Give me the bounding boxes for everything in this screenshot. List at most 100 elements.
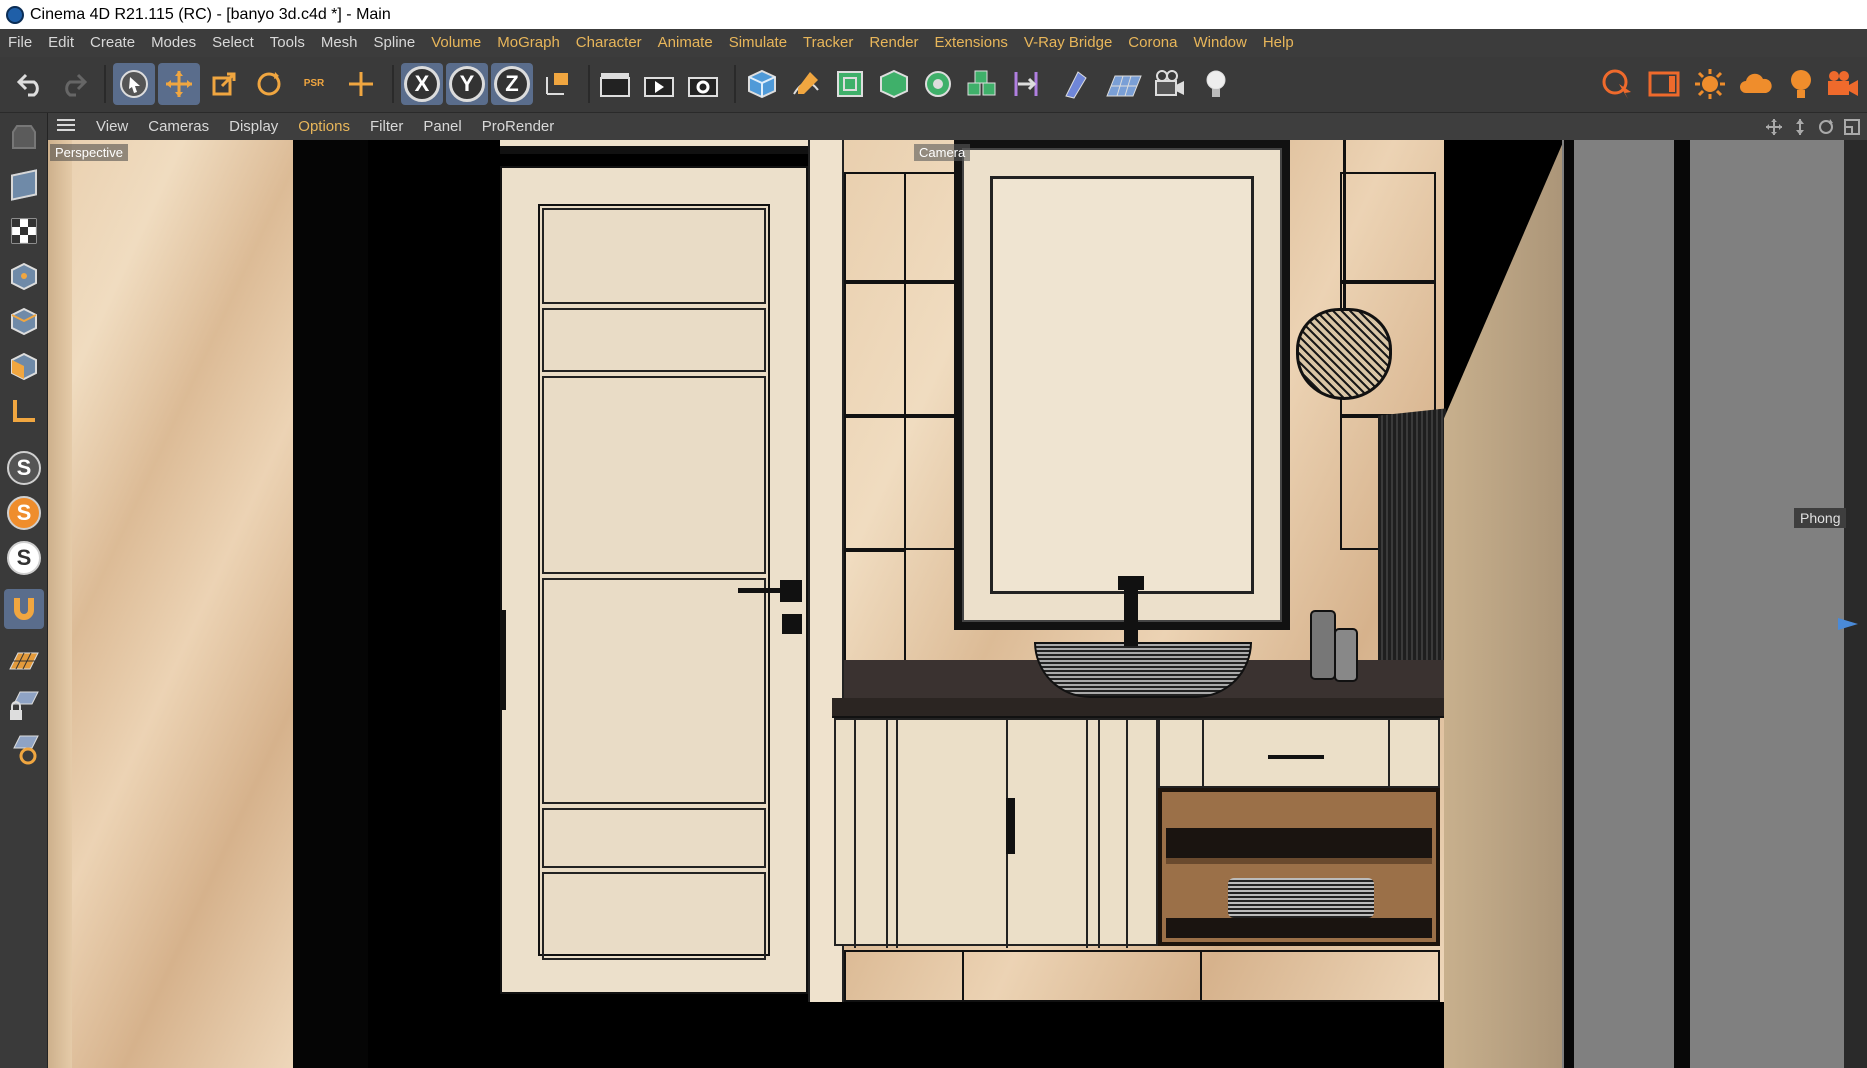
points-mode-icon — [11, 262, 37, 291]
viewport-menu-filter[interactable]: Filter — [360, 118, 413, 135]
menu-tools[interactable]: Tools — [262, 29, 313, 57]
snap-magnet-button[interactable] — [4, 589, 44, 629]
y-axis-lock-button[interactable]: Y — [446, 63, 488, 105]
cloner-icon — [925, 71, 951, 97]
menu-simulate[interactable]: Simulate — [721, 29, 795, 57]
scale-tool-button[interactable] — [203, 63, 245, 105]
menu-animate[interactable]: Animate — [650, 29, 721, 57]
wall-tile — [844, 172, 906, 282]
maximize-view-icon[interactable] — [1843, 118, 1861, 136]
snap-s-button-1[interactable]: S — [4, 448, 44, 488]
cube-object-button[interactable] — [741, 63, 783, 105]
menu-select[interactable]: Select — [204, 29, 262, 57]
menu-mograph[interactable]: MoGraph — [489, 29, 568, 57]
menu-tracker[interactable]: Tracker — [795, 29, 861, 57]
menu-window[interactable]: Window — [1185, 29, 1254, 57]
pan-view-icon[interactable] — [1765, 118, 1783, 136]
viewport-hamburger-icon[interactable] — [48, 118, 86, 136]
add-tool-button[interactable] — [340, 63, 382, 105]
corona-camera-button[interactable] — [1822, 63, 1864, 105]
render-picture-viewer-button[interactable] — [638, 63, 680, 105]
workplane-rotate-icon — [13, 735, 39, 765]
axis-gizmo-arrow — [1838, 618, 1858, 630]
texture-mode-button[interactable] — [4, 211, 44, 251]
open-shelf — [1158, 788, 1440, 946]
undo-icon — [16, 73, 39, 97]
move-tool-button[interactable] — [158, 63, 200, 105]
viewport-name-label: Perspective — [50, 144, 128, 161]
menu-modes[interactable]: Modes — [143, 29, 204, 57]
subdivision-surface-button[interactable] — [829, 63, 871, 105]
menu-edit[interactable]: Edit — [40, 29, 82, 57]
viewport-menu-display[interactable]: Display — [219, 118, 288, 135]
menu-help[interactable]: Help — [1255, 29, 1302, 57]
zoom-view-icon[interactable] — [1791, 118, 1809, 136]
plus-arrows-icon — [349, 72, 373, 96]
workplane-button[interactable] — [4, 641, 44, 681]
viewport-menu-options[interactable]: Options — [288, 118, 360, 135]
edges-mode-button[interactable] — [4, 301, 44, 341]
rotate-view-icon[interactable] — [1817, 118, 1835, 136]
corona-vfb-button[interactable] — [1643, 63, 1685, 105]
environment-button[interactable] — [1053, 63, 1095, 105]
z-axis-label: Z — [494, 66, 530, 102]
psr-button[interactable]: PSR — [293, 63, 335, 105]
polygons-mode-button[interactable] — [4, 346, 44, 386]
points-mode-button[interactable] — [4, 256, 44, 296]
wall-tile — [844, 416, 906, 550]
pen-spline-button[interactable] — [785, 63, 827, 105]
deformer-button[interactable] — [1005, 63, 1047, 105]
menu-mesh[interactable]: Mesh — [313, 29, 366, 57]
live-selection-button[interactable] — [113, 63, 155, 105]
menu-render[interactable]: Render — [861, 29, 926, 57]
menu-v-ray-bridge[interactable]: V-Ray Bridge — [1016, 29, 1120, 57]
corona-sky-button[interactable] — [1735, 63, 1777, 105]
planar-workplane-button[interactable] — [4, 729, 44, 769]
pendant-cord — [1343, 140, 1346, 310]
corona-interactive-button[interactable] — [1597, 63, 1639, 105]
mograph-cubes-button[interactable] — [961, 63, 1003, 105]
render-settings-button[interactable] — [682, 63, 724, 105]
snap-s-button-2[interactable]: S — [4, 493, 44, 533]
corona-sun-button[interactable] — [1689, 63, 1731, 105]
light-object-button[interactable] — [1195, 63, 1237, 105]
render-view-button[interactable] — [594, 63, 636, 105]
viewport-menu-view[interactable]: View — [86, 118, 138, 135]
lock-workplane-button[interactable] — [4, 685, 44, 725]
clapboard-play-icon — [644, 77, 674, 97]
menu-file[interactable]: File — [0, 29, 40, 57]
snap-s-button-3[interactable]: S — [4, 538, 44, 578]
viewport-menu-panel[interactable]: Panel — [413, 118, 471, 135]
coordinate-system-button[interactable] — [536, 63, 578, 105]
make-editable-button[interactable] — [4, 117, 44, 157]
menu-corona[interactable]: Corona — [1120, 29, 1185, 57]
axis-mode-button[interactable] — [4, 391, 44, 431]
wall-tile — [962, 950, 1202, 1002]
redo-button[interactable] — [52, 63, 94, 105]
z-axis-lock-button[interactable]: Z — [491, 63, 533, 105]
rotate-tool-button[interactable] — [248, 63, 290, 105]
camera-label: Camera — [914, 144, 971, 161]
make-editable-icon — [12, 125, 36, 149]
viewport-menu-prorender[interactable]: ProRender — [472, 118, 565, 135]
undo-button[interactable] — [10, 63, 52, 105]
extrude-generator-button[interactable] — [873, 63, 915, 105]
camera-object-button[interactable] — [1149, 63, 1191, 105]
menu-create[interactable]: Create — [82, 29, 143, 57]
cloner-button[interactable] — [917, 63, 959, 105]
menu-character[interactable]: Character — [568, 29, 650, 57]
menu-extensions[interactable]: Extensions — [927, 29, 1016, 57]
perspective-viewport[interactable]: Perspective Camera Phong — [48, 140, 1867, 1068]
door-hinge-shadow — [500, 610, 506, 710]
cloud-icon — [1740, 73, 1772, 93]
corona-light-button[interactable] — [1780, 63, 1822, 105]
rotate-icon — [257, 72, 281, 96]
x-axis-lock-button[interactable]: X — [401, 63, 443, 105]
magnet-icon — [14, 598, 34, 620]
interactive-render-icon — [1602, 69, 1631, 99]
floor-button[interactable] — [1103, 63, 1145, 105]
menu-volume[interactable]: Volume — [423, 29, 489, 57]
viewport-menu-cameras[interactable]: Cameras — [138, 118, 219, 135]
model-mode-button[interactable] — [4, 165, 44, 205]
menu-spline[interactable]: Spline — [366, 29, 424, 57]
